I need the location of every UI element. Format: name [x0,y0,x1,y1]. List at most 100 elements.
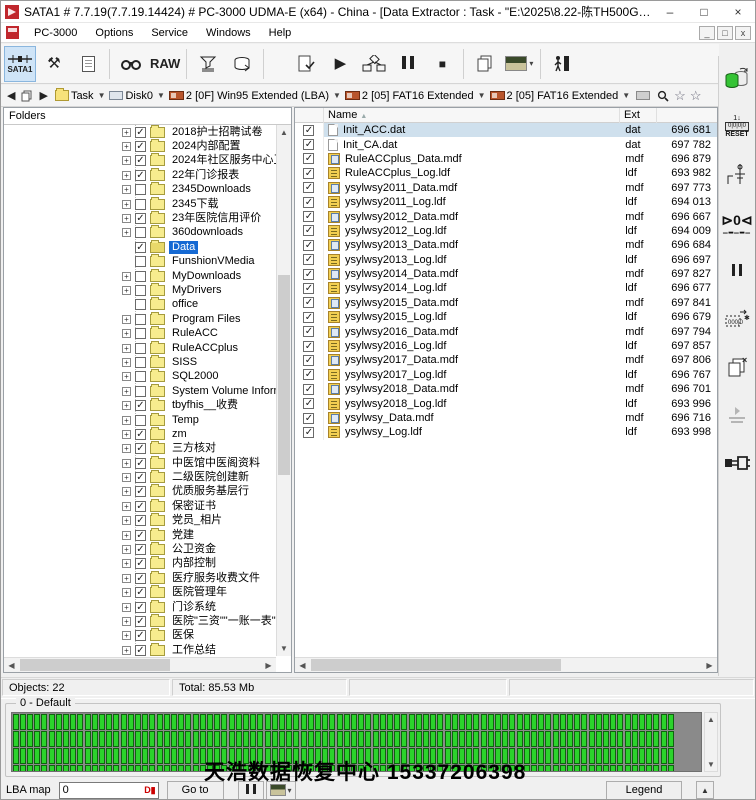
sector-block[interactable] [265,714,271,730]
copy-clear-button[interactable]: × [721,350,753,384]
sector-block[interactable] [99,748,105,764]
expand-toggle-icon[interactable]: + [122,315,131,324]
file-row[interactable]: ✓ysylwsy2014_Log.ldfldf696 677 [295,281,717,295]
folder-label[interactable]: FunshionVMedia [169,255,258,268]
file-checkbox[interactable]: ✓ [303,240,314,251]
file-checkbox[interactable]: ✓ [303,125,314,136]
sector-block[interactable] [653,731,659,747]
folder-label[interactable]: office [169,298,201,311]
folder-checkbox[interactable] [135,199,146,210]
breadcrumb-label[interactable]: Disk0 [125,90,153,102]
sector-block[interactable] [589,714,595,730]
sector-block[interactable] [49,714,55,730]
search-binoculars-button[interactable] [115,46,147,82]
sector-block[interactable] [437,714,443,730]
start-play-button[interactable]: ▶ [324,46,356,82]
file-row[interactable]: ✓ysylwsy2011_Log.ldfldf694 013 [295,195,717,209]
sector-block[interactable] [495,714,501,730]
sector-block[interactable] [445,731,451,747]
sector-block[interactable] [517,731,523,747]
sector-block[interactable] [157,748,163,764]
expand-toggle-icon[interactable]: + [122,372,131,381]
sector-block[interactable] [77,765,83,772]
sector-block[interactable] [20,731,26,747]
tree-item[interactable]: +2345下载 [4,197,276,211]
expand-toggle-icon[interactable]: + [122,545,131,554]
sector-block[interactable] [538,765,544,772]
folder-label[interactable]: SISS [169,356,200,369]
sector-block[interactable] [250,731,256,747]
file-row[interactable]: ✓ysylwsy2017_Data.mdfmdf697 806 [295,353,717,367]
sector-block[interactable] [135,748,141,764]
tree-item[interactable]: +✓医院"三资""一账一表" [4,614,276,628]
sector-block[interactable] [56,765,62,772]
breadcrumb-label[interactable]: 2 [05] FAT16 Extended [362,90,474,102]
sector-block[interactable] [106,714,112,730]
file-row[interactable]: ✓ysylwsy2015_Log.ldfldf696 679 [295,310,717,324]
sector-block[interactable] [603,748,609,764]
sector-block[interactable] [380,714,386,730]
sector-block[interactable] [394,731,400,747]
tree-item[interactable]: FunshionVMedia [4,255,276,269]
file-name[interactable]: ysylwsy2018_Data.mdf [345,383,458,395]
sector-block[interactable] [279,714,285,730]
sector-block[interactable] [99,765,105,772]
sector-block[interactable] [553,765,559,772]
folder-checkbox[interactable]: ✓ [135,515,146,526]
sector-block[interactable] [149,714,155,730]
tree-item[interactable]: +✓内部控制 [4,557,276,571]
file-checkbox[interactable]: ✓ [303,211,314,222]
sector-block[interactable] [113,714,119,730]
folder-checkbox[interactable]: ✓ [135,630,146,641]
file-checkbox[interactable]: ✓ [303,326,314,337]
sector-block[interactable] [668,714,674,730]
tree-item[interactable]: +MyDownloads [4,269,276,283]
sector-block[interactable] [639,731,645,747]
log-script-button[interactable] [72,46,104,82]
menu-help[interactable]: Help [260,24,301,42]
sector-block[interactable] [610,714,616,730]
sector-block[interactable] [481,714,487,730]
file-row[interactable]: ✓ysylwsy2018_Log.ldfldf693 996 [295,396,717,410]
expand-toggle-icon[interactable]: + [122,156,131,165]
pause-small-button[interactable] [721,254,753,288]
sector-block[interactable] [106,731,112,747]
sector-block[interactable] [401,714,407,730]
tree-item[interactable]: +SQL2000 [4,370,276,384]
sector-block[interactable] [329,731,335,747]
sector-block[interactable] [293,714,299,730]
sector-block[interactable] [99,714,105,730]
sector-block[interactable] [85,765,91,772]
folder-checkbox[interactable]: ✓ [135,602,146,613]
file-row[interactable]: ✓ysylwsy_Data.mdfmdf696 716 [295,411,717,425]
sector-block[interactable] [365,714,371,730]
sector-block[interactable] [41,765,47,772]
file-row[interactable]: ✓ysylwsy2013_Log.ldfldf696 697 [295,253,717,267]
sector-block[interactable] [567,765,573,772]
sector-block[interactable] [214,714,220,730]
sector-block[interactable] [560,765,566,772]
scroll-down-icon[interactable]: ▼ [705,758,717,771]
sector-block[interactable] [178,731,184,747]
sector-block[interactable] [538,731,544,747]
expand-toggle-icon[interactable]: + [122,574,131,583]
sector-block[interactable] [128,748,134,764]
sector-block[interactable] [589,765,595,772]
tree-item[interactable]: +✓公卫资金 [4,542,276,556]
tree-item[interactable]: + SISS [4,355,276,369]
expand-toggle-icon[interactable]: + [122,358,131,367]
tree-item[interactable]: +✓tbyfhis__收费 [4,398,276,412]
sector-block[interactable] [531,731,537,747]
name-column-header[interactable]: Name▲ [324,108,620,123]
sector-block[interactable] [625,714,631,730]
folder-label[interactable]: 2018护士招聘试卷 [169,126,265,139]
sector-block[interactable] [481,731,487,747]
sector-block[interactable] [207,731,213,747]
file-name[interactable]: ysylwsy2017_Log.ldf [345,369,447,381]
utility-tools-button[interactable]: ⚒ [38,46,70,82]
folder-label[interactable]: 党建 [169,529,197,542]
sector-block[interactable] [27,731,33,747]
sector-block[interactable] [121,748,127,764]
sector-block[interactable] [632,748,638,764]
sector-block[interactable] [452,731,458,747]
